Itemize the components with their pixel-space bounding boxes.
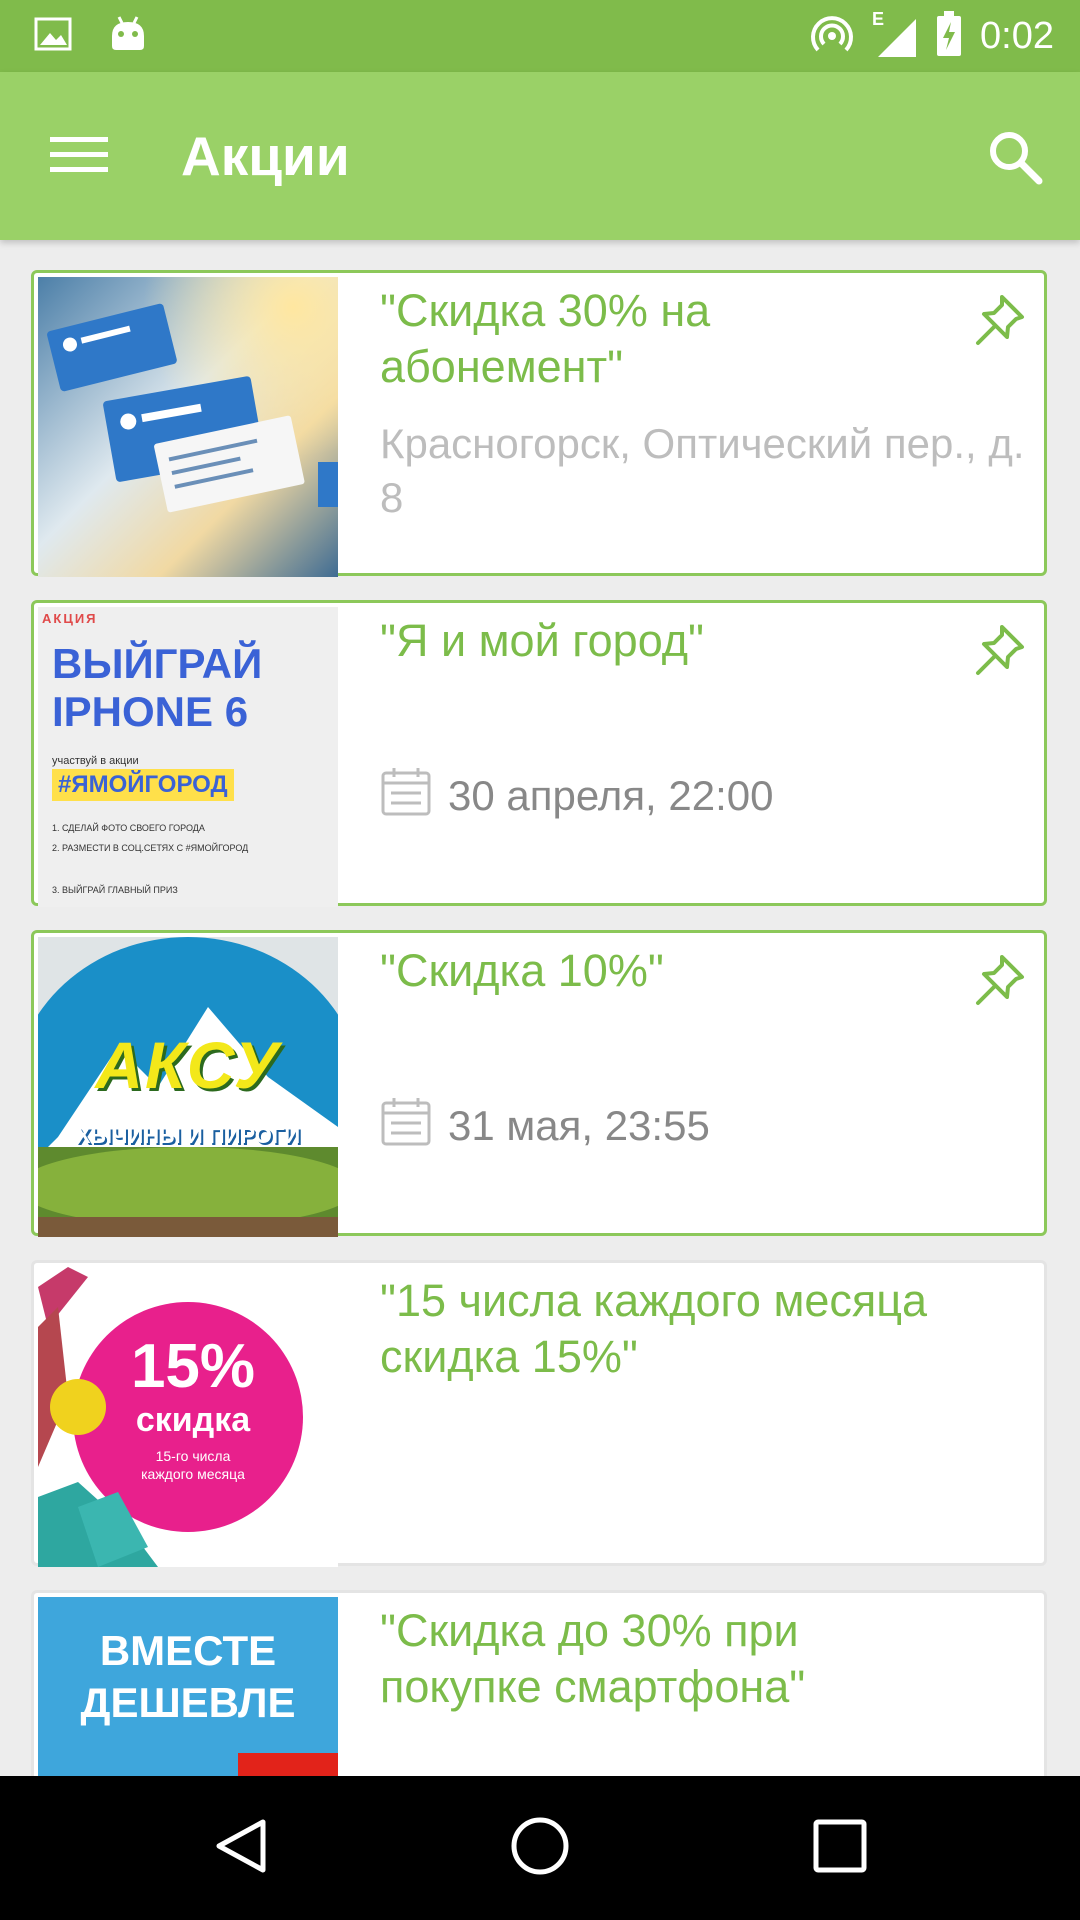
image-line-2: ДЕШЕВЛЕ [80, 1679, 296, 1726]
image-step-2: 2. РАЗМЕСТИ В СОЦ.СЕТЯХ С #ЯМОЙГОРОД [52, 843, 249, 853]
promotion-card[interactable]: "Скидка 30% на абонемент" Красногорск, О… [31, 270, 1047, 577]
image-step-1: 1. СДЕЛАЙ ФОТО СВОЕГО ГОРОДА [52, 823, 205, 833]
image-step-3: 3. ВЫЙГРАЙ ГЛАВНЫЙ ПРИЗ [52, 885, 178, 895]
menu-icon [50, 133, 108, 182]
promotion-card[interactable]: АКСУ ХЫЧИНЫ И ПИРОГИ "Скидка 10%" 31 мая… [31, 930, 1047, 1237]
promotion-title: "Скидка 10%" [380, 945, 664, 996]
back-button[interactable] [205, 1812, 277, 1884]
promotion-image: АКЦИЯ ВЫЙГРАЙ IPHONE 6 участвуй в акции … [38, 607, 338, 907]
image-headline-1: ВЫЙГРАЙ [52, 640, 263, 687]
image-line-1: ВМЕСТЕ [99, 1627, 277, 1674]
promotion-image [38, 277, 338, 577]
promotion-title: "Я и мой город" [380, 615, 704, 666]
promotions-list[interactable]: "Скидка 30% на абонемент" Красногорск, О… [0, 240, 1080, 1776]
calendar-icon [380, 1095, 432, 1157]
image-headline-2: IPHONE 6 [52, 688, 249, 735]
pin-button[interactable] [972, 289, 1032, 349]
home-icon [509, 1815, 571, 1882]
navigation-bar [0, 1776, 1080, 1920]
image-note: 15-го числа каждого месяца [141, 1448, 245, 1482]
android-icon [108, 14, 148, 59]
image-word: скидка [135, 1401, 251, 1439]
pin-button[interactable] [972, 619, 1032, 679]
status-time: 0:02 [980, 14, 1054, 57]
battery-charging-icon [936, 10, 962, 62]
image-small-text: участвуй в акции [52, 755, 139, 767]
image-subtitle: ХЫЧИНЫ И ПИРОГИ [75, 1123, 301, 1148]
promotion-card[interactable]: ВМЕСТЕ ДЕШЕВЛЕ "Скидка до 30% при покупк… [31, 1590, 1047, 1776]
app-bar: Акции [0, 72, 1080, 240]
promotion-card[interactable]: 15% скидка 15-го числа каждого месяца "1… [31, 1260, 1047, 1567]
menu-button[interactable] [44, 122, 114, 192]
home-button[interactable] [504, 1812, 576, 1884]
signal-icon: E [872, 9, 918, 59]
pin-button[interactable] [972, 949, 1032, 1009]
image-icon [34, 17, 72, 56]
promotion-date: 30 апреля, 22:00 [380, 765, 774, 827]
pin-icon [972, 955, 1032, 1013]
search-button[interactable] [980, 124, 1050, 194]
image-percent: 15% [130, 1332, 256, 1401]
search-icon [987, 129, 1043, 190]
image-red-block [238, 1753, 338, 1776]
promotion-title: "15 числа каждого месяца скидка 15%" [380, 1275, 928, 1382]
calendar-icon [380, 765, 432, 827]
recents-icon [812, 1818, 868, 1879]
promotion-address: Красногорск, Оптический пер., д. 8 [380, 420, 1025, 521]
image-tag: АКЦИЯ [42, 611, 98, 626]
hotspot-icon [810, 12, 854, 61]
status-bar: E 0:02 [0, 0, 1080, 72]
promotion-title: "Скидка 30% на абонемент" [380, 285, 711, 392]
promotion-card[interactable]: АКЦИЯ ВЫЙГРАЙ IPHONE 6 участвуй в акции … [31, 600, 1047, 907]
pin-icon [972, 295, 1032, 353]
promotion-image: АКСУ ХЫЧИНЫ И ПИРОГИ [38, 937, 338, 1237]
page-title: Акции [181, 125, 350, 187]
promotion-image: 15% скидка 15-го числа каждого месяца [38, 1267, 338, 1567]
promotion-date-text: 31 мая, 23:55 [448, 1102, 710, 1149]
pin-icon [972, 625, 1032, 683]
promotion-image: ВМЕСТЕ ДЕШЕВЛЕ [38, 1597, 338, 1776]
image-logo: АКСУ [95, 1028, 281, 1102]
back-icon [211, 1816, 271, 1881]
promotion-date: 31 мая, 23:55 [380, 1095, 710, 1157]
image-hashtag: #ЯМОЙГОРОД [52, 769, 234, 801]
recents-button[interactable] [804, 1812, 876, 1884]
promotion-title: "Скидка до 30% при покупке смартфона" [380, 1605, 806, 1712]
promotion-date-text: 30 апреля, 22:00 [448, 772, 774, 819]
